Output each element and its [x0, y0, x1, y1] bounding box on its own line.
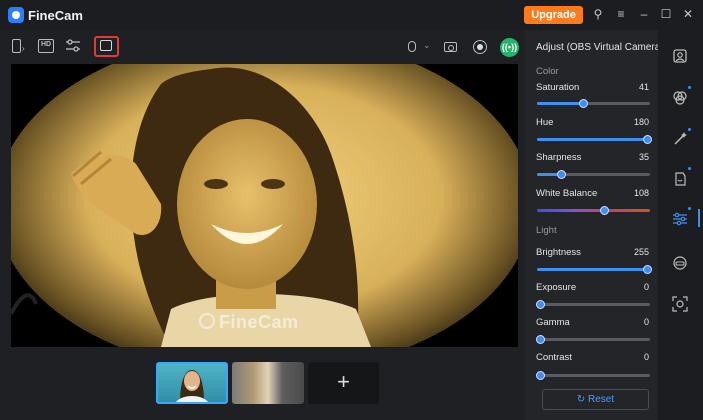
sharpness-label: Sharpness [536, 152, 582, 163]
thumbnail-camera-active[interactable] [156, 362, 228, 404]
preview-image [11, 64, 518, 347]
maximize-icon[interactable]: ☐ [659, 7, 673, 21]
filter-new-dot [688, 86, 691, 89]
watermark-text: FineCam [219, 312, 299, 332]
virtual-avatar-icon[interactable] [672, 255, 688, 271]
exposure-value: 0 [643, 282, 649, 292]
contrast-slider[interactable] [535, 371, 650, 380]
thumbnail-background[interactable] [232, 362, 304, 404]
exposure-label: Exposure [536, 282, 577, 293]
sidebar-toggle-icon[interactable]: › [12, 39, 28, 53]
close-icon[interactable]: ✕ [681, 7, 695, 21]
contrast-slider-handle[interactable] [535, 371, 545, 380]
exposure-slider[interactable] [535, 300, 650, 309]
reset-button[interactable]: ↻ Reset [542, 389, 649, 410]
microphone-icon[interactable] [408, 41, 416, 52]
brightness-label: Brightness [536, 247, 581, 258]
contrast-label: Contrast [536, 352, 572, 363]
hue-slider-fill [537, 138, 650, 141]
filter-icon[interactable] [672, 90, 688, 106]
magic-new-dot [688, 128, 691, 131]
hue-slider[interactable] [537, 135, 652, 144]
sharpness-slider[interactable] [537, 170, 650, 179]
menu-icon[interactable]: ≡ [614, 7, 628, 21]
reset-label: Reset [588, 394, 615, 405]
white-balance-slider-handle[interactable] [599, 206, 609, 215]
chevron-down-icon[interactable]: ⌄ [423, 40, 431, 51]
exposure-slider-handle[interactable] [535, 300, 545, 309]
white-balance-slider[interactable] [537, 206, 650, 215]
saturation-label: Saturation [536, 82, 580, 93]
brightness-value: 255 [633, 247, 649, 257]
sliders-icon[interactable] [65, 39, 81, 53]
rail-active-indicator [698, 209, 700, 227]
watermark-logo-icon [199, 313, 215, 329]
saturation-slider[interactable] [537, 99, 650, 108]
sticker-icon[interactable] [672, 171, 688, 187]
hd-icon[interactable]: HD [38, 39, 54, 53]
brightness-slider[interactable] [537, 265, 652, 274]
panel-title: Adjust (OBS Virtual Camera) [536, 42, 664, 53]
hue-label: Hue [536, 117, 554, 128]
camera-icon[interactable] [444, 42, 457, 52]
gamma-value: 0 [643, 317, 649, 327]
brightness-slider-fill [537, 268, 650, 271]
camera-preview: FineCam [11, 64, 518, 347]
white-balance-value: 108 [633, 188, 649, 198]
gamma-label: Gamma [536, 317, 570, 328]
live-icon[interactable]: ((•)) [500, 38, 519, 57]
portrait-icon[interactable] [672, 48, 688, 64]
gamma-slider-handle[interactable] [535, 335, 545, 344]
hue-value: 180 [633, 117, 649, 127]
adjust-new-dot [688, 207, 691, 210]
upgrade-button[interactable]: Upgrade [524, 6, 583, 24]
sticker-new-dot [688, 167, 691, 170]
magic-wand-icon[interactable] [672, 131, 688, 147]
pin-icon[interactable]: ⚲ [591, 7, 605, 21]
saturation-slider-fill [537, 102, 584, 105]
white-balance-label: White Balance [536, 188, 598, 199]
contrast-value: 0 [643, 352, 649, 362]
section-light: Light [536, 225, 557, 236]
minimize-icon[interactable]: – [637, 7, 651, 21]
hue-slider-handle[interactable] [642, 135, 652, 144]
app-title: FineCam [28, 8, 83, 23]
record-icon[interactable] [473, 40, 487, 54]
section-color: Color [536, 66, 559, 77]
sharpness-slider-handle[interactable] [556, 170, 566, 179]
finecam-logo-icon [8, 7, 24, 23]
adjust-icon[interactable] [672, 211, 688, 227]
add-source-button[interactable]: + [308, 362, 379, 404]
saturation-value: 41 [638, 82, 649, 92]
sharpness-value: 35 [638, 152, 649, 162]
brightness-slider-handle[interactable] [642, 265, 652, 274]
gamma-slider[interactable] [535, 335, 650, 344]
note-icon[interactable] [100, 40, 112, 51]
face-scan-icon[interactable] [672, 296, 688, 312]
